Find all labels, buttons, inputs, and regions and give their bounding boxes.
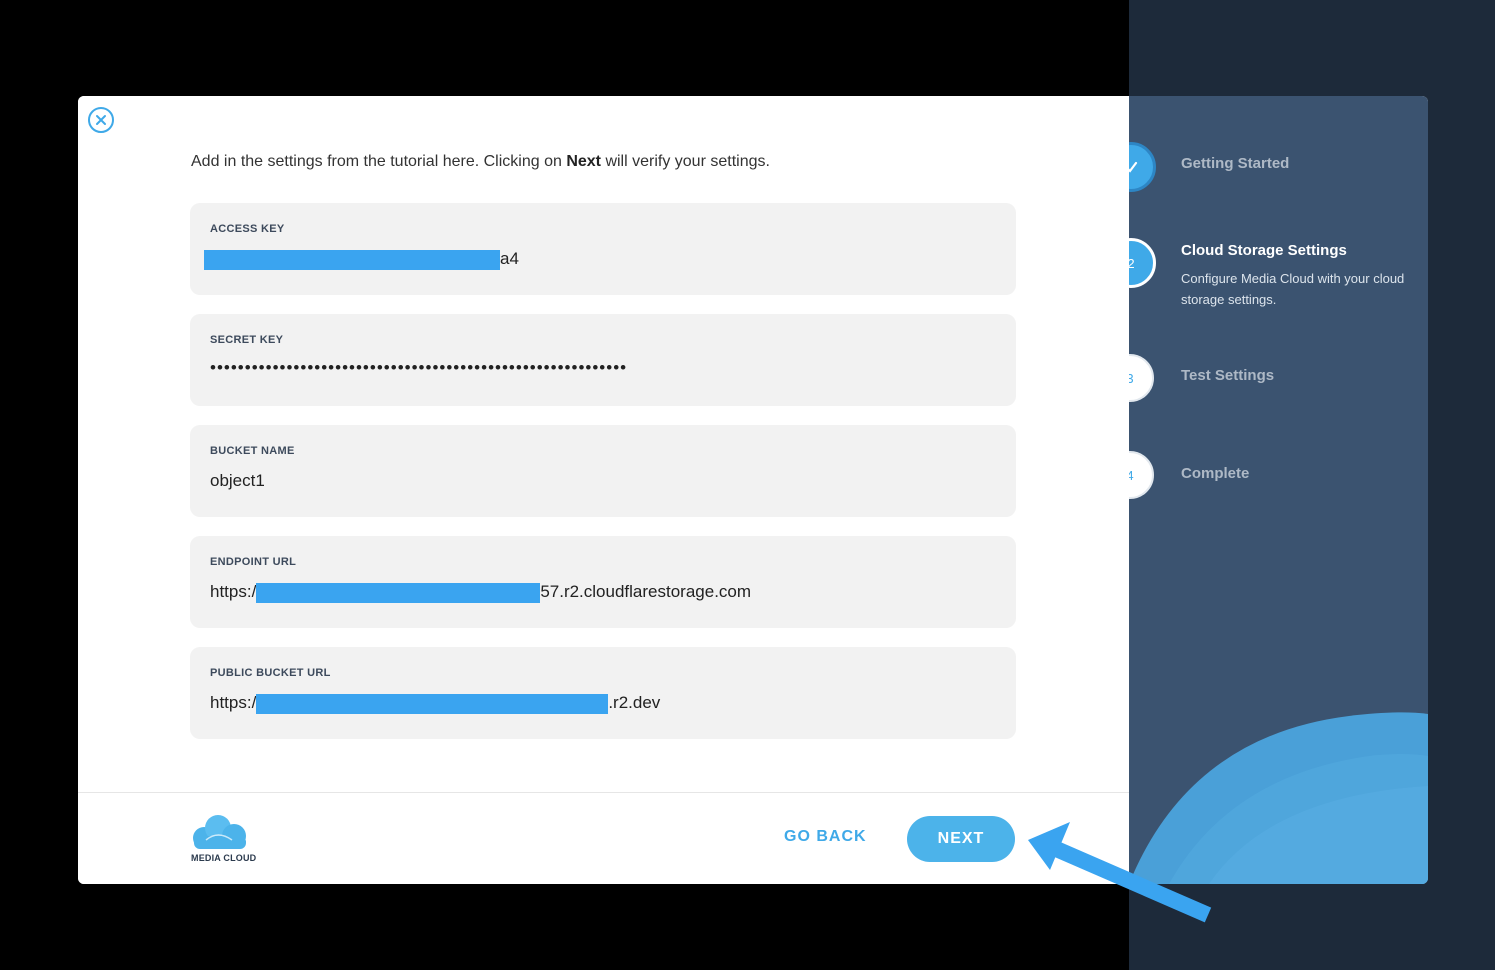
step-title: Cloud Storage Settings xyxy=(1181,242,1347,259)
intro-text: Add in the settings from the tutorial he… xyxy=(191,153,770,170)
close-icon[interactable] xyxy=(88,107,114,133)
step-title: Complete xyxy=(1181,465,1250,482)
sidebar-wave-decoration xyxy=(1129,712,1428,884)
wizard-main-panel: Add in the settings from the tutorial he… xyxy=(78,96,1129,884)
footer-divider xyxy=(78,792,1129,793)
redaction-bar xyxy=(256,693,609,714)
access-key-label: ACCESS KEY xyxy=(210,223,285,235)
step-description: Configure Media Cloud with your cloud st… xyxy=(1181,271,1405,307)
steps-sidebar: Getting Started 2 Cloud Storage Settings… xyxy=(1129,96,1428,884)
next-button[interactable]: NEXT xyxy=(907,816,1015,862)
secret-key-field[interactable]: SECRET KEY •••••••••••••••••••••••••••••… xyxy=(190,314,1016,406)
setup-wizard-modal: Add in the settings from the tutorial he… xyxy=(78,96,1428,884)
redaction-bar xyxy=(256,582,541,603)
step-title: Test Settings xyxy=(1181,367,1275,384)
annotation-arrow-icon xyxy=(1028,822,1212,923)
redaction-bar xyxy=(204,249,500,270)
bucket-name-value[interactable]: object1 xyxy=(210,471,265,491)
public-bucket-url-field[interactable]: PUBLIC BUCKET URL https:/.r2.dev xyxy=(190,647,1016,739)
bucket-name-label: BUCKET NAME xyxy=(210,445,295,457)
endpoint-url-label: ENDPOINT URL xyxy=(210,556,297,568)
endpoint-url-value[interactable]: https:/57.r2.cloudflarestorage.com xyxy=(210,582,751,603)
step-title: Getting Started xyxy=(1181,155,1290,172)
access-key-value[interactable]: a4 xyxy=(204,249,519,270)
logo-text: MEDIA CLOUD xyxy=(191,853,257,863)
secret-key-label: SECRET KEY xyxy=(210,334,284,346)
public-bucket-url-value[interactable]: https:/.r2.dev xyxy=(210,693,660,714)
bucket-name-field[interactable]: BUCKET NAME object1 xyxy=(190,425,1016,517)
secret-key-value[interactable]: ••••••••••••••••••••••••••••••••••••••••… xyxy=(210,358,627,378)
access-key-field[interactable]: ACCESS KEY a4 xyxy=(190,203,1016,295)
go-back-button[interactable]: GO BACK xyxy=(784,828,867,846)
public-bucket-url-label: PUBLIC BUCKET URL xyxy=(210,667,331,679)
endpoint-url-field[interactable]: ENDPOINT URL https:/57.r2.cloudflarestor… xyxy=(190,536,1016,628)
